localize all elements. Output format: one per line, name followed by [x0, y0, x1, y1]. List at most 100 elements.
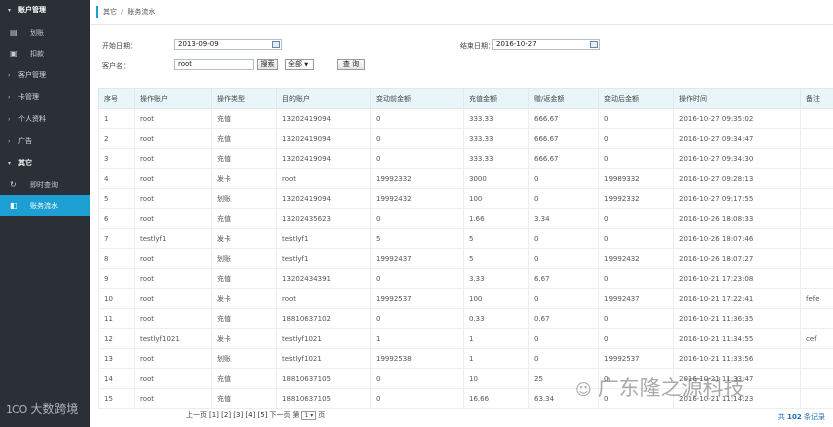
table-cell: 666.67 [528, 128, 599, 149]
column-header[interactable]: 操作类型 [211, 88, 277, 109]
column-header[interactable]: 变动前金额 [370, 88, 464, 109]
table-row[interactable]: 9 root 充值 13202434391 0 3.33 6.67 0 2016-10-21 1… [98, 268, 833, 289]
start-date-value: 2013-09-09 [178, 40, 219, 48]
table-row[interactable]: 1 root 充值 13202419094 0 333.33 666.67 0 2016-10-… [98, 108, 833, 129]
sidebar-item-label: 账户管理 [18, 6, 46, 14]
start-date-field[interactable]: 2013-09-09 [174, 39, 282, 50]
table-cell: 13202419094 [276, 108, 371, 129]
table-cell: 11 [98, 308, 135, 329]
sidebar-item-customer-mgmt[interactable]: › 客户管理 [0, 64, 90, 86]
table-cell: 0 [598, 328, 674, 349]
wechat-icon: ☺ [575, 380, 592, 399]
table-cell: 10 [98, 288, 135, 309]
table-cell: root [276, 168, 371, 189]
sidebar-item-label: 卡管理 [18, 93, 39, 101]
table-row[interactable]: 11 root 充值 18810637102 0 0.33 0.67 0 2016-10-21 … [98, 308, 833, 329]
table-cell: 发卡 [211, 228, 277, 249]
watermark-left-text: 大数跨境 [30, 402, 79, 416]
chevron-right-icon: › [8, 71, 11, 79]
table-cell: 0 [528, 328, 599, 349]
table-cell: root [134, 388, 212, 409]
column-header[interactable]: 目的账户 [276, 88, 371, 109]
sidebar-item-transfer[interactable]: ▤ 划账 [0, 22, 90, 43]
table-cell [800, 388, 833, 409]
breadcrumb-separator: / [121, 8, 124, 16]
page-unit-label: 页 [318, 411, 326, 419]
table-cell: 666.67 [528, 108, 599, 129]
column-header[interactable]: 赠/返金额 [528, 88, 599, 109]
sidebar: ▾ 账户管理 ▤ 划账 ▣ 扣款 › 客户管理 › 卡管理 › 个人资料 › 广… [0, 0, 90, 427]
sidebar-item-label: 其它 [18, 159, 32, 167]
table-cell [800, 368, 833, 389]
table-cell: 19992332 [370, 168, 464, 189]
table-cell: 0.33 [463, 308, 529, 329]
type-select[interactable]: 全部 ▼ [285, 59, 314, 70]
sidebar-item-account-mgmt[interactable]: ▾ 账户管理 [0, 0, 90, 20]
customer-search-input[interactable]: root [174, 59, 254, 70]
table-cell: 3.34 [528, 208, 599, 229]
end-date-field[interactable]: 2016-10-27 [492, 39, 600, 50]
table-row[interactable]: 12 testlyf1021 发卡 testlyf1021 1 1 0 0 2016-10-21… [98, 328, 833, 349]
table-cell: 4 [98, 168, 135, 189]
table-cell: root [134, 188, 212, 209]
table-cell: 100 [463, 288, 529, 309]
sidebar-item-account-flow[interactable]: ◧ 账务流水 [0, 195, 90, 216]
prev-page-link[interactable]: 上一页 [186, 410, 207, 420]
column-header[interactable]: 操作账户 [134, 88, 212, 109]
table-row[interactable]: 10 root 发卡 root 19992537 100 0 19992437 2016-10-… [98, 288, 833, 309]
table-cell: 发卡 [211, 328, 277, 349]
query-button[interactable]: 查 询 [337, 59, 365, 70]
table-cell: root [134, 168, 212, 189]
sidebar-item-label: 广告 [18, 137, 32, 145]
table-cell: 0 [370, 128, 464, 149]
page-select[interactable]: 1 ▾ [301, 410, 317, 420]
table-cell: 19992537 [370, 288, 464, 309]
table-cell: testlyf1021 [276, 348, 371, 369]
ledger-icon: ◧ [10, 201, 18, 210]
table-cell: 1 [463, 328, 529, 349]
table-cell [800, 168, 833, 189]
table-row[interactable]: 13 root 划账 testlyf1021 19992538 1 0 19992537 201… [98, 348, 833, 369]
table-row[interactable]: 2 root 充值 13202419094 0 333.33 666.67 0 2016-10-… [98, 128, 833, 149]
table-row[interactable]: 5 root 划账 13202419094 19992432 100 0 19992332 20… [98, 188, 833, 209]
breadcrumb-parent[interactable]: 其它 [103, 7, 117, 17]
sidebar-item-other[interactable]: ▾ 其它 [0, 152, 90, 174]
search-button[interactable]: 搜索 [257, 59, 278, 70]
calendar-icon[interactable] [272, 41, 280, 48]
table-cell: 0 [528, 168, 599, 189]
watermark-logo-mark: 1CO [6, 403, 27, 416]
chevron-down-icon: ▾ [8, 159, 12, 167]
column-header[interactable]: 充值金额 [463, 88, 529, 109]
page-links[interactable]: [1] [2] [3] [4] [5] [209, 411, 267, 419]
calendar-icon[interactable] [590, 41, 598, 48]
table-cell: 14 [98, 368, 135, 389]
table-cell: 5 [463, 228, 529, 249]
column-header[interactable]: 变动后金额 [598, 88, 674, 109]
sidebar-item-deduct[interactable]: ▣ 扣款 [0, 43, 90, 64]
table-cell: 7 [98, 228, 135, 249]
table-row[interactable]: 3 root 充值 13202419094 0 333.33 666.67 0 2016-10-… [98, 148, 833, 169]
sidebar-item-label: 账务流水 [30, 201, 58, 210]
column-header[interactable]: 序号 [98, 88, 135, 109]
column-header[interactable]: 操作时间 [673, 88, 801, 109]
sidebar-item-instant-query[interactable]: ↻ 即时查询 [0, 174, 90, 195]
table-row[interactable]: 8 root 划账 testlyf1 19992437 5 0 19992432 2016-10… [98, 248, 833, 269]
table-cell: 充值 [211, 388, 277, 409]
table-cell: 3000 [463, 168, 529, 189]
table-row[interactable]: 4 root 发卡 root 19992332 3000 0 19989332 2016-10-… [98, 168, 833, 189]
table-cell: testlyf1 [276, 228, 371, 249]
table-cell [800, 148, 833, 169]
table-cell: testlyf1 [276, 248, 371, 269]
next-page-link[interactable]: 下一页 [269, 410, 290, 420]
table-row[interactable]: 6 root 充值 13202435623 0 1.66 3.34 0 2016-10-26 1… [98, 208, 833, 229]
column-header[interactable]: 备注 [800, 88, 833, 109]
table-row[interactable]: 7 testlyf1 发卡 testlyf1 5 5 0 0 2016-10-26 18:07:… [98, 228, 833, 249]
table-cell: 0 [370, 148, 464, 169]
pagination: 上一页 [1] [2] [3] [4] [5] 下一页 第 1 ▾ 页 [186, 410, 325, 420]
table-cell: root [134, 148, 212, 169]
table-cell: 18810637102 [276, 308, 371, 329]
sidebar-item-ads[interactable]: › 广告 [0, 130, 90, 152]
sidebar-item-personal-info[interactable]: › 个人资料 [0, 108, 90, 130]
table-cell: 1 [463, 348, 529, 369]
sidebar-item-card-mgmt[interactable]: › 卡管理 [0, 86, 90, 108]
